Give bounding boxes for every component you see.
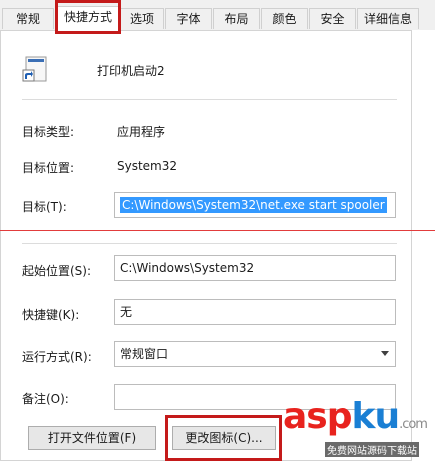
tab-highlight-box: [55, 0, 121, 34]
start-in-field[interactable]: C:\Windows\System32: [114, 255, 396, 281]
target-type-label: 目标类型:: [22, 125, 75, 139]
target-location-value: System32: [117, 159, 178, 173]
shortcut-name: 打印机启动2: [97, 64, 165, 78]
open-file-location-button[interactable]: 打开文件位置(F): [28, 426, 156, 450]
red-guide-line: [0, 230, 435, 231]
separator-1: [22, 99, 397, 100]
watermark-tagline: 免费网站源码下载站: [325, 442, 419, 457]
watermark-brand-a: asp: [283, 396, 352, 437]
target-location-label: 目标位置:: [22, 161, 75, 175]
watermark-logo: aspku.com 免费网站源码下载站: [283, 396, 435, 461]
hotkey-value: 无: [120, 305, 133, 319]
tab-font[interactable]: 字体: [165, 8, 212, 29]
start-in-value: C:\Windows\System32: [120, 261, 255, 275]
hotkey-field[interactable]: 无: [114, 299, 396, 325]
tab-colors[interactable]: 颜色: [261, 8, 308, 29]
target-value-selected: C:\Windows\System32\net.exe start spoole…: [120, 197, 387, 213]
run-label: 运行方式(R):: [22, 350, 92, 364]
watermark-brand-c: .com: [399, 417, 428, 432]
shortcut-app-icon: [22, 55, 50, 83]
target-type-value: 应用程序: [117, 125, 166, 139]
chevron-down-icon[interactable]: [381, 351, 389, 356]
tab-details[interactable]: 详细信息: [357, 8, 419, 29]
run-value: 常规窗口: [120, 347, 169, 361]
target-field[interactable]: C:\Windows\System32\net.exe start spoole…: [114, 192, 396, 218]
tab-options[interactable]: 选项: [120, 8, 164, 29]
tab-security[interactable]: 安全: [309, 8, 356, 29]
run-select[interactable]: 常规窗口: [114, 341, 396, 367]
separator-2: [22, 243, 397, 244]
comment-label: 备注(O):: [22, 392, 69, 406]
tab-general[interactable]: 常规: [2, 8, 54, 29]
watermark-brand-b: ku: [351, 396, 401, 437]
tab-layout[interactable]: 布局: [213, 8, 260, 29]
start-in-label: 起始位置(S):: [22, 264, 92, 278]
target-label: 目标(T):: [22, 200, 67, 214]
hotkey-label: 快捷键(K):: [22, 308, 80, 322]
button-highlight-box: [165, 415, 282, 461]
